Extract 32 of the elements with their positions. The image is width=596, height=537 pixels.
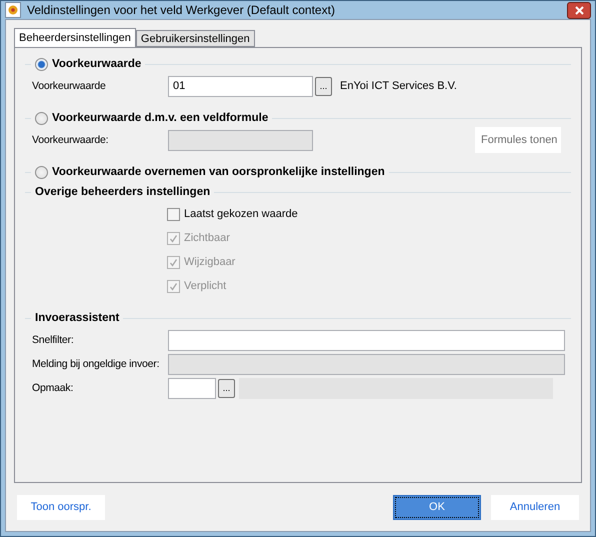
radio-label: Voorkeurwaarde xyxy=(52,58,142,70)
close-button[interactable] xyxy=(567,2,591,18)
checkbox-label: Zichtbaar xyxy=(184,232,230,244)
app-icon xyxy=(5,2,21,18)
value-description: EnYoi ICT Services B.V. xyxy=(340,80,457,92)
field-label: Opmaak: xyxy=(32,382,74,394)
checkbox-label: Laatst gekozen waarde xyxy=(184,208,298,220)
checkbox-label: Verplicht xyxy=(184,280,226,292)
section-title: Invoerassistent xyxy=(35,312,120,324)
field-label: Voorkeurwaarde: xyxy=(32,134,110,146)
field-label: Voorkeurwaarde xyxy=(32,80,107,92)
input-field[interactable] xyxy=(168,330,565,350)
radio-label: Voorkeurwaarde overnemen van oorspronkelijke instellingen xyxy=(52,166,385,178)
dialog-button[interactable]: OK xyxy=(393,494,481,520)
radio-label: Voorkeurwaarde d.m.v. een veldformule xyxy=(52,112,268,124)
radio-button[interactable] xyxy=(35,58,48,70)
input-field[interactable] xyxy=(168,378,216,398)
checkbox-label: Wijzigbaar xyxy=(184,256,236,268)
dialog-button[interactable]: Toon oorspr. xyxy=(17,494,105,520)
browse-button[interactable]: ... xyxy=(315,76,332,96)
dialog-button[interactable]: Annuleren xyxy=(491,494,579,520)
close-icon xyxy=(574,6,584,14)
tab[interactable]: Beheerdersinstellingen xyxy=(14,28,136,47)
browse-button[interactable]: ... xyxy=(218,378,235,398)
section-title: Overige beheerders instellingen xyxy=(35,186,210,198)
input-field[interactable]: 01 xyxy=(168,76,313,96)
tab[interactable]: Gebruikersinstellingen xyxy=(136,30,255,47)
radio-button[interactable] xyxy=(35,166,48,178)
window-title: Veldinstellingen voor het veld Werkgever (Default context) xyxy=(27,3,336,17)
field-label: Snelfilter: xyxy=(32,334,75,346)
checkbox[interactable] xyxy=(167,208,180,220)
field-label: Melding bij ongeldige invoer: xyxy=(32,358,160,370)
